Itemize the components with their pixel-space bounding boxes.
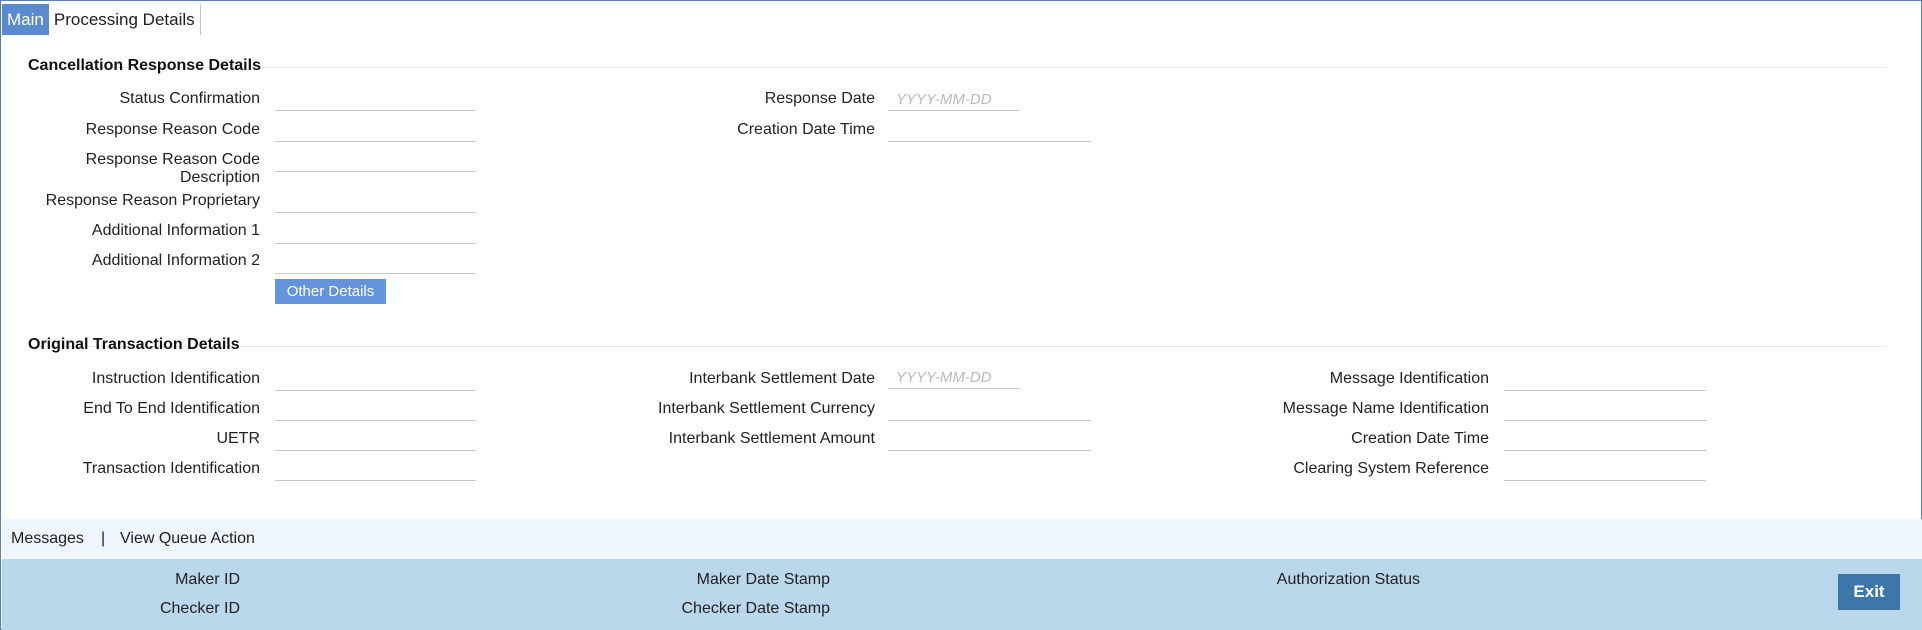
- response-reason-proprietary-label: Response Reason Proprietary: [45, 192, 260, 209]
- additional-information-2-label: Additional Information 2: [91, 252, 260, 269]
- exit-button[interactable]: Exit: [1838, 574, 1900, 610]
- additional-information-2-field[interactable]: [275, 252, 476, 274]
- response-reason-code-description-label-line2: Description: [179, 169, 260, 186]
- message-name-identification-label: Message Name Identification: [1282, 400, 1489, 417]
- response-reason-proprietary-field[interactable]: [275, 191, 476, 213]
- tab-main[interactable]: Main: [2, 4, 49, 35]
- message-identification-field[interactable]: [1504, 369, 1706, 391]
- other-details-button[interactable]: Other Details: [275, 279, 386, 304]
- original-creation-date-time-field[interactable]: [1504, 429, 1706, 451]
- audit-footer: Maker ID Checker ID Maker Date Stamp Che…: [2, 559, 1922, 630]
- transaction-identification-field[interactable]: [275, 459, 476, 481]
- section-title-cancellation: Cancellation Response Details: [28, 57, 261, 74]
- status-confirmation-field[interactable]: [275, 89, 476, 111]
- interbank-settlement-amount-field[interactable]: [888, 429, 1091, 451]
- clearing-system-reference-field[interactable]: [1504, 459, 1706, 481]
- form-window: Main Processing Details Cancellation Res…: [0, 0, 1922, 630]
- response-reason-code-description-label-line1: Response Reason Code: [85, 151, 260, 168]
- interbank-settlement-currency-label: Interbank Settlement Currency: [658, 400, 875, 417]
- messages-link[interactable]: Messages: [11, 530, 84, 548]
- status-confirmation-label: Status Confirmation: [119, 90, 260, 107]
- interbank-settlement-currency-field[interactable]: [888, 399, 1091, 421]
- instruction-identification-field[interactable]: [275, 369, 476, 391]
- response-reason-code-description-field[interactable]: [275, 150, 476, 172]
- additional-information-1-label: Additional Information 1: [91, 222, 260, 239]
- response-reason-code-field[interactable]: [275, 120, 476, 142]
- response-date-label: Response Date: [764, 90, 875, 107]
- authorization-status-label: Authorization Status: [1276, 571, 1420, 588]
- message-bar-separator: |: [101, 530, 106, 547]
- interbank-settlement-date-label: Interbank Settlement Date: [689, 370, 875, 387]
- view-queue-action-link[interactable]: View Queue Action: [120, 530, 255, 548]
- response-reason-code-label: Response Reason Code: [85, 121, 260, 138]
- original-creation-date-time-label: Creation Date Time: [1351, 430, 1489, 447]
- message-identification-label: Message Identification: [1329, 370, 1489, 387]
- message-bar: Messages | View Queue Action: [2, 519, 1922, 559]
- tab-bar: Main Processing Details: [2, 4, 201, 35]
- creation-date-time-field[interactable]: [888, 120, 1091, 142]
- checker-id-label: Checker ID: [159, 600, 240, 617]
- creation-date-time-label: Creation Date Time: [737, 121, 875, 138]
- uetr-field[interactable]: [275, 429, 476, 451]
- response-reason-code-description-label: Response Reason Code Description: [31, 151, 260, 187]
- instruction-identification-label: Instruction Identification: [91, 370, 260, 387]
- interbank-settlement-amount-label: Interbank Settlement Amount: [668, 430, 875, 447]
- checker-date-stamp-label: Checker Date Stamp: [681, 600, 830, 617]
- section-divider: [28, 67, 1886, 68]
- end-to-end-identification-label: End To End Identification: [83, 400, 260, 417]
- tab-processing-details[interactable]: Processing Details: [48, 4, 201, 35]
- maker-id-label: Maker ID: [175, 571, 240, 588]
- additional-information-1-field[interactable]: [275, 222, 476, 244]
- end-to-end-identification-field[interactable]: [275, 399, 476, 421]
- clearing-system-reference-label: Clearing System Reference: [1293, 460, 1489, 477]
- section-title-original-transaction: Original Transaction Details: [28, 336, 240, 353]
- section-divider: [28, 346, 1886, 347]
- maker-date-stamp-label: Maker Date Stamp: [696, 571, 830, 588]
- response-date-field[interactable]: [888, 89, 1020, 111]
- message-name-identification-field[interactable]: [1504, 399, 1706, 421]
- interbank-settlement-date-field[interactable]: [888, 367, 1020, 389]
- uetr-label: UETR: [216, 430, 260, 447]
- transaction-identification-label: Transaction Identification: [82, 460, 260, 477]
